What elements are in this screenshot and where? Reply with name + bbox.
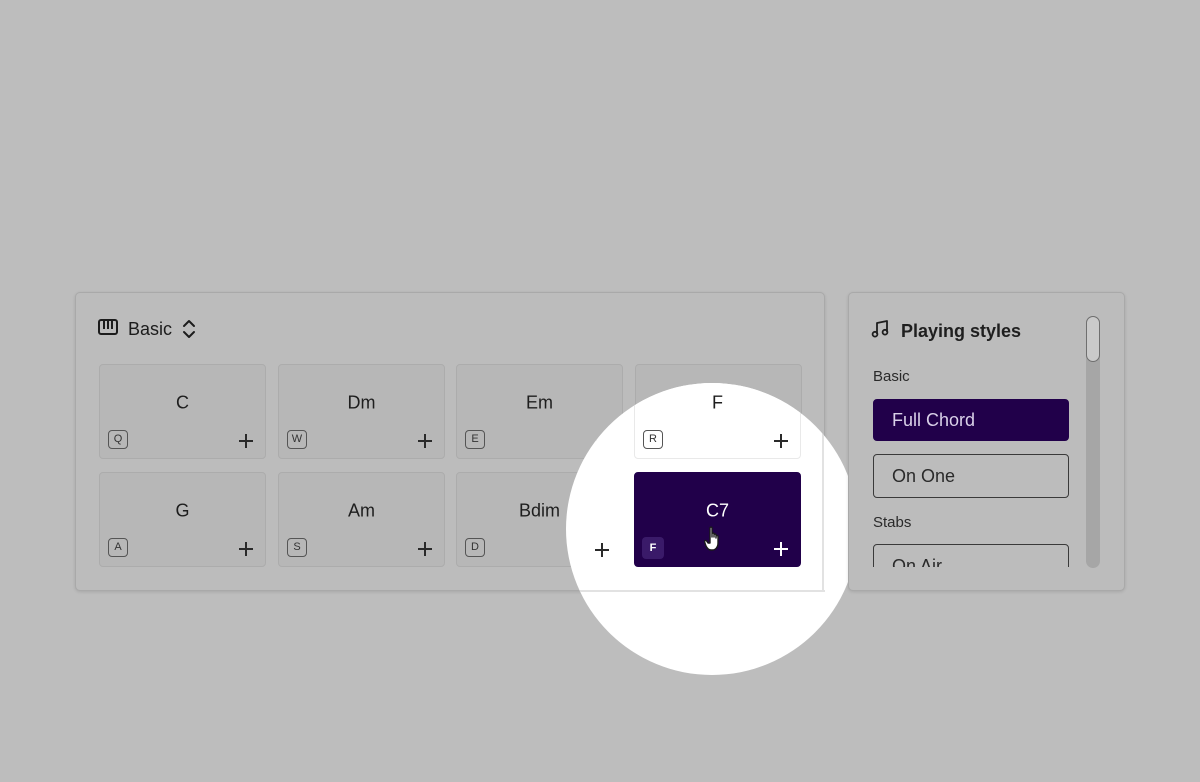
hand-pointer-icon (703, 526, 726, 557)
key-hint: W (287, 430, 307, 449)
chord-name: G (175, 500, 190, 521)
piano-keys-icon (98, 318, 118, 340)
style-on-one[interactable]: On One (873, 454, 1069, 498)
plus-icon[interactable] (595, 543, 609, 557)
spotlight-highlight: F R C7 F (566, 383, 858, 675)
playing-styles-header: Playing styles (871, 319, 1022, 343)
chord-pad-dm[interactable]: Dm W (278, 364, 445, 459)
music-note-icon (871, 319, 889, 343)
scrollbar-thumb[interactable] (1086, 316, 1100, 362)
section-label-stabs: Stabs (873, 514, 912, 531)
key-hint: E (465, 430, 485, 449)
chord-pad-g[interactable]: G A (99, 472, 266, 567)
chord-name: F (712, 392, 723, 413)
chord-set-selector[interactable]: Basic (98, 317, 196, 341)
chord-set-name: Basic (128, 318, 173, 339)
panel-edge (822, 383, 824, 591)
plus-icon[interactable] (239, 542, 253, 556)
chord-name: Dm (347, 392, 376, 413)
plus-icon[interactable] (239, 434, 253, 448)
panel-edge (566, 590, 825, 592)
chord-name: Em (526, 392, 553, 413)
styles-scroll-area[interactable]: Playing styles Basic Full Chord On One S… (849, 293, 1124, 567)
chord-pad-c[interactable]: C Q (99, 364, 266, 459)
style-full-chord[interactable]: Full Chord (873, 399, 1069, 441)
chord-pad-am[interactable]: Am S (278, 472, 445, 567)
style-on-air[interactable]: On Air (873, 544, 1069, 567)
key-hint: R (643, 430, 663, 449)
playing-styles-title: Playing styles (901, 320, 1022, 341)
plus-icon[interactable] (418, 542, 432, 556)
key-hint: A (108, 538, 128, 557)
playing-styles-panel: Playing styles Basic Full Chord On One S… (848, 292, 1125, 591)
section-label-basic: Basic (873, 368, 910, 385)
chevron-up-down-icon[interactable] (182, 318, 196, 340)
key-hint: D (465, 538, 485, 557)
chord-name: C7 (705, 500, 729, 521)
chord-name: C (176, 392, 189, 413)
scrollbar[interactable] (1086, 316, 1100, 568)
key-hint: F (642, 537, 664, 559)
key-hint: S (287, 538, 307, 557)
plus-icon[interactable] (774, 434, 788, 448)
chord-pad-bdim-plus[interactable] (566, 472, 621, 567)
key-hint: Q (108, 430, 128, 449)
chord-name: Am (348, 500, 375, 521)
plus-icon[interactable] (418, 434, 432, 448)
chord-pad-f[interactable]: F R (634, 383, 801, 459)
plus-icon[interactable] (774, 542, 788, 556)
